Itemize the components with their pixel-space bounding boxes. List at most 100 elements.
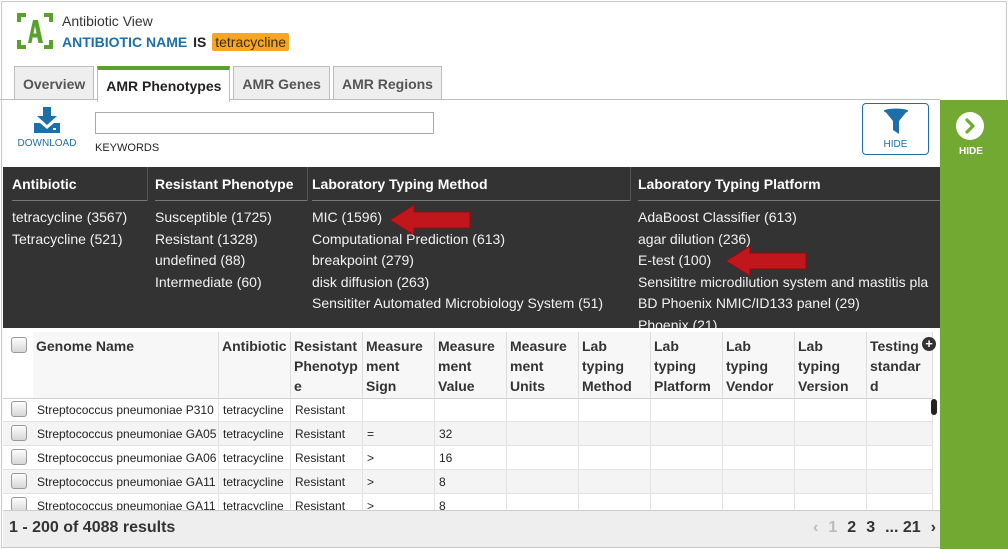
cell-resistant-phenotype: Resistant bbox=[291, 470, 363, 494]
column-header-lab-typing-vendor[interactable]: Lab typing Vendor bbox=[723, 332, 795, 398]
cell-measurement-value bbox=[435, 398, 507, 422]
result-count: 1 - 200 of 4088 results bbox=[9, 519, 176, 536]
cell-lab-typing-method bbox=[579, 398, 651, 422]
cell-measurement-sign bbox=[363, 398, 435, 422]
cell-lab-typing-method bbox=[579, 470, 651, 494]
keywords-label: KEYWORDS bbox=[95, 142, 160, 154]
filter-operator: IS bbox=[193, 34, 207, 50]
page-1-link[interactable]: 1 bbox=[828, 519, 837, 537]
column-header-antibiotic[interactable]: Antibiotic bbox=[219, 332, 291, 398]
cell-lab-typing-platform bbox=[651, 398, 723, 422]
cell-antibiotic: tetracycline bbox=[219, 446, 291, 470]
facet-item[interactable]: breakpoint (279) bbox=[312, 250, 630, 272]
row-checkbox[interactable] bbox=[11, 425, 27, 441]
facet-title: Laboratory Typing Method bbox=[312, 167, 630, 201]
cell-genome-name: Streptococcus pneumoniae P310 bbox=[33, 398, 219, 422]
facet-item[interactable]: Phoenix (21) bbox=[638, 315, 940, 329]
facet-item[interactable]: disk diffusion (263) bbox=[312, 272, 630, 294]
facet-title: Laboratory Typing Platform bbox=[638, 167, 940, 201]
cell-genome-name: Streptococcus pneumoniae GA11 bbox=[33, 470, 219, 494]
cell-resistant-phenotype: Resistant bbox=[291, 446, 363, 470]
pagination-footer: 1 - 200 of 4088 results ‹ 1 2 3 ... 21 › bbox=[3, 510, 940, 547]
facet-item[interactable]: Sensititer Automated Microbiology System… bbox=[312, 293, 630, 315]
prev-page-button[interactable]: ‹ bbox=[813, 519, 818, 537]
facet-divider bbox=[307, 167, 308, 201]
hide-filter-button[interactable]: HIDE bbox=[862, 103, 929, 155]
cell-resistant-phenotype: Resistant bbox=[291, 398, 363, 422]
cell-testing-standard bbox=[867, 470, 933, 494]
page-last-link[interactable]: ... 21 bbox=[885, 519, 921, 537]
tab-amr-regions[interactable]: AMR Regions bbox=[332, 66, 442, 100]
side-hide-label[interactable]: HIDE bbox=[940, 146, 1002, 157]
chevron-right-icon bbox=[965, 118, 975, 134]
page-3-link[interactable]: 3 bbox=[866, 519, 875, 537]
select-all-checkbox[interactable] bbox=[11, 337, 27, 353]
cell-measurement-value: 16 bbox=[435, 446, 507, 470]
column-header-measurement-units[interactable]: Measurement Units bbox=[507, 332, 579, 398]
cell-measurement-sign: = bbox=[363, 422, 435, 446]
cell-testing-standard bbox=[867, 422, 933, 446]
column-header-measurement-sign[interactable]: Measurement Sign bbox=[363, 332, 435, 398]
cell-measurement-units bbox=[507, 398, 579, 422]
tab-overview[interactable]: Overview bbox=[14, 66, 95, 100]
table-row[interactable]: Streptococcus pneumoniae GA06 tetracyclin… bbox=[3, 446, 933, 470]
facet-item[interactable]: Intermediate (60) bbox=[155, 272, 307, 294]
facet-divider bbox=[630, 167, 631, 201]
facet-item[interactable]: Resistant (1328) bbox=[155, 229, 307, 251]
facet-item[interactable]: AdaBoost Classifier (613) bbox=[638, 207, 940, 229]
red-arrow-mic bbox=[389, 204, 471, 236]
grid-scrollbar[interactable] bbox=[931, 399, 937, 415]
cell-lab-typing-version bbox=[795, 422, 867, 446]
tab-bar: Overview AMR Phenotypes AMR Genes AMR Re… bbox=[14, 66, 445, 102]
row-checkbox[interactable] bbox=[11, 473, 27, 489]
column-header-genome-name[interactable]: Genome Name bbox=[33, 332, 219, 398]
column-header-lab-typing-version[interactable]: Lab typing Version bbox=[795, 332, 867, 398]
cell-antibiotic: tetracycline bbox=[219, 398, 291, 422]
tab-amr-genes[interactable]: AMR Genes bbox=[233, 66, 330, 100]
filter-value-tag[interactable]: tetracycline bbox=[212, 33, 290, 51]
cell-lab-typing-vendor bbox=[723, 398, 795, 422]
column-header-measurement-value[interactable]: Measurement Value bbox=[435, 332, 507, 398]
facet-item[interactable]: Tetracycline (521) bbox=[12, 229, 147, 251]
column-header-resistant-phenotype[interactable]: Resistant Phenotype bbox=[291, 332, 363, 398]
cell-measurement-units bbox=[507, 422, 579, 446]
cell-lab-typing-method bbox=[579, 422, 651, 446]
cell-antibiotic: tetracycline bbox=[219, 422, 291, 446]
table-row[interactable]: Streptococcus pneumoniae GA11 tetracyclin… bbox=[3, 470, 933, 494]
facet-resistant-phenotype: Resistant Phenotype Susceptible (1725) R… bbox=[155, 167, 307, 328]
facet-item[interactable]: tetracycline (3567) bbox=[12, 207, 147, 229]
cell-measurement-value: 8 bbox=[435, 470, 507, 494]
keywords-input[interactable] bbox=[95, 112, 434, 134]
cell-lab-typing-version bbox=[795, 470, 867, 494]
cell-lab-typing-version bbox=[795, 446, 867, 470]
page-2-link[interactable]: 2 bbox=[847, 519, 856, 537]
table-row[interactable]: Streptococcus pneumoniae GA05 tetracyclin… bbox=[3, 422, 933, 446]
collapse-panel-button[interactable] bbox=[956, 112, 984, 140]
facet-item[interactable]: BD Phoenix NMIC/ID133 panel (29) bbox=[638, 293, 940, 315]
filter-summary: ANTIBIOTIC NAME IS tetracycline bbox=[62, 33, 290, 51]
facet-item[interactable]: undefined (88) bbox=[155, 250, 307, 272]
cell-testing-standard bbox=[867, 398, 933, 422]
antibiotic-logo-icon bbox=[17, 13, 53, 49]
pager: ‹ 1 2 3 ... 21 › bbox=[813, 519, 936, 537]
cell-antibiotic: tetracycline bbox=[219, 470, 291, 494]
column-header-lab-typing-method[interactable]: Lab typing Method bbox=[579, 332, 651, 398]
red-arrow-etest bbox=[725, 245, 807, 277]
cell-lab-typing-platform bbox=[651, 446, 723, 470]
column-header-lab-typing-platform[interactable]: Lab typing Platform bbox=[651, 332, 723, 398]
cell-lab-typing-version bbox=[795, 398, 867, 422]
tab-amr-phenotypes[interactable]: AMR Phenotypes bbox=[97, 66, 231, 102]
table-row[interactable]: Streptococcus pneumoniae P310 tetracyclin… bbox=[3, 398, 933, 422]
cell-measurement-sign: > bbox=[363, 470, 435, 494]
facet-title: Antibiotic bbox=[12, 167, 147, 201]
cell-measurement-units bbox=[507, 470, 579, 494]
cell-lab-typing-vendor bbox=[723, 470, 795, 494]
add-column-icon[interactable]: + bbox=[922, 337, 936, 351]
cell-measurement-units bbox=[507, 446, 579, 470]
next-page-button[interactable]: › bbox=[931, 519, 936, 537]
row-checkbox[interactable] bbox=[11, 449, 27, 465]
facet-item[interactable]: Susceptible (1725) bbox=[155, 207, 307, 229]
row-checkbox[interactable] bbox=[11, 401, 27, 417]
cell-genome-name: Streptococcus pneumoniae GA05 bbox=[33, 422, 219, 446]
download-button[interactable]: DOWNLOAD bbox=[16, 106, 78, 156]
